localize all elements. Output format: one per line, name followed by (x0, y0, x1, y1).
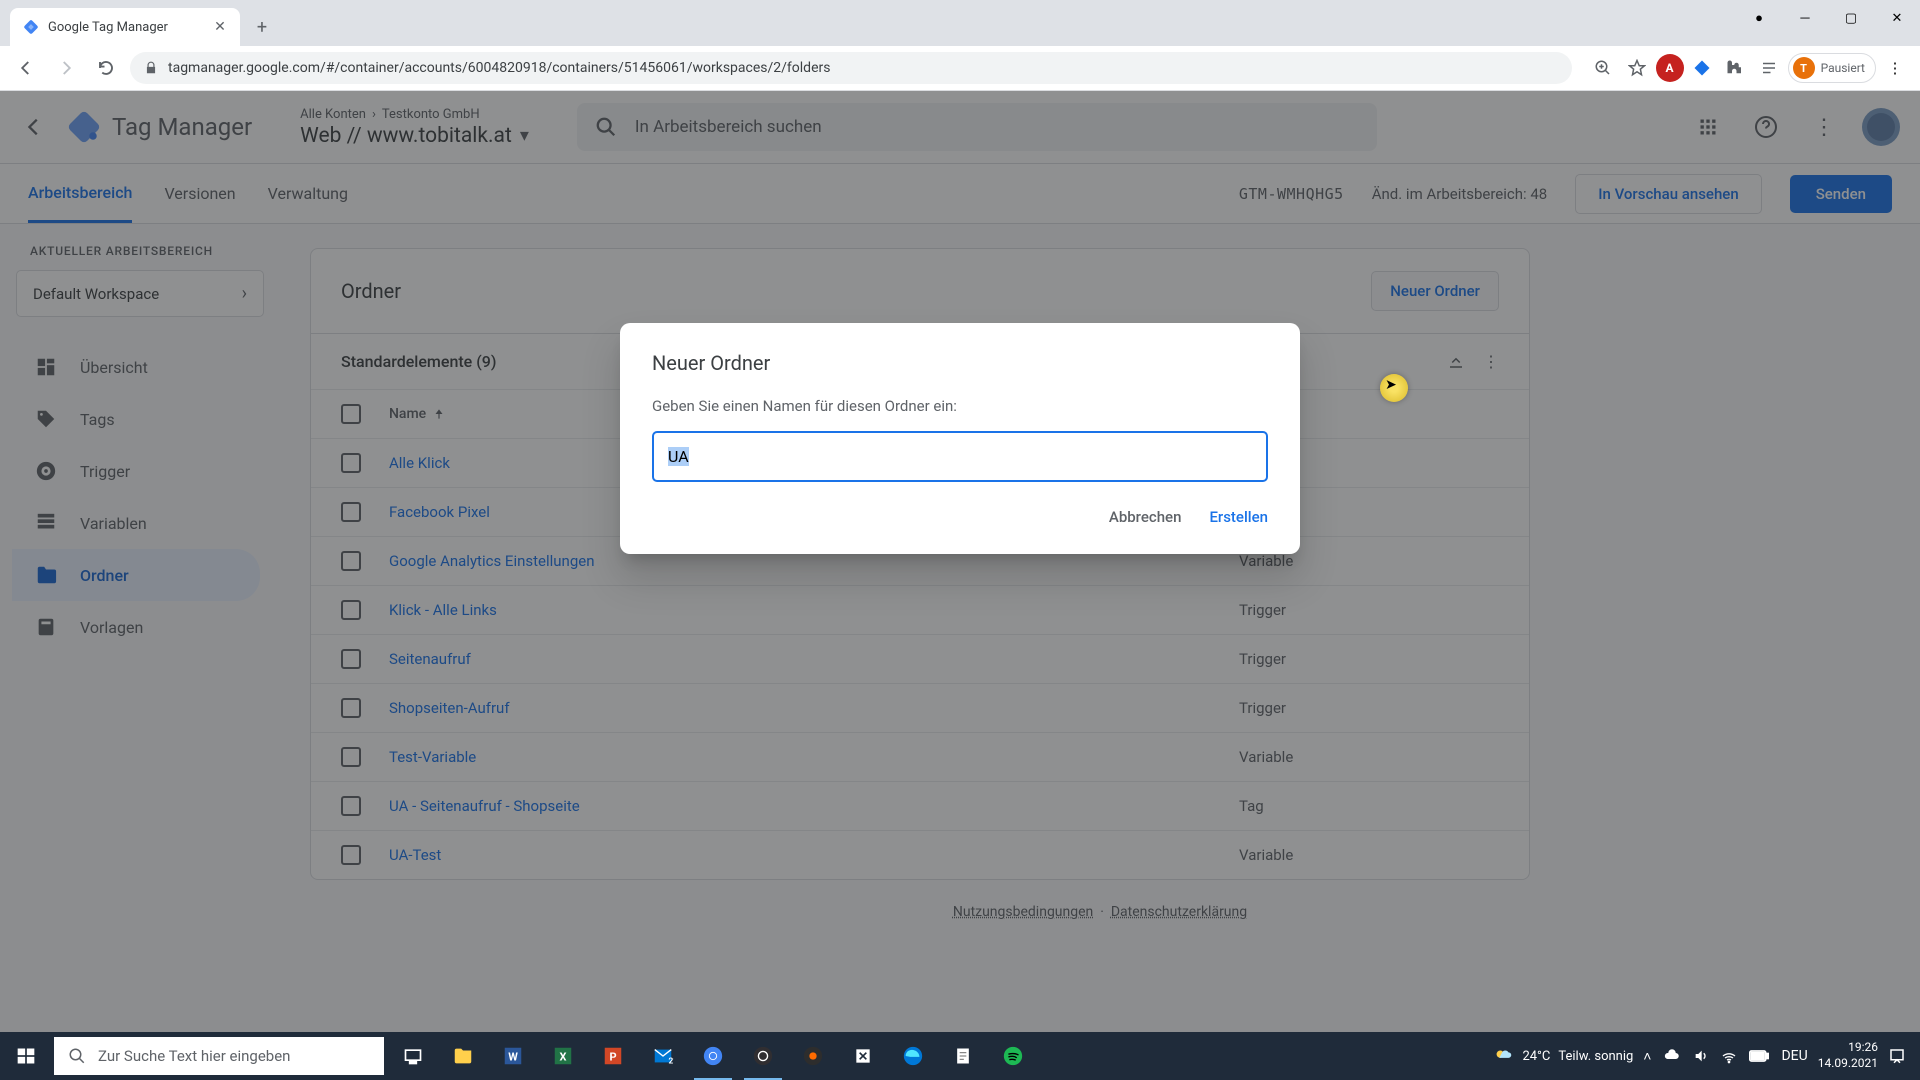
close-tab-icon[interactable]: ✕ (212, 19, 228, 35)
word-icon[interactable]: W (488, 1032, 538, 1080)
search-icon (68, 1047, 86, 1065)
onedrive-icon[interactable] (1663, 1047, 1681, 1065)
svg-text:W: W (508, 1051, 518, 1064)
create-button[interactable]: Erstellen (1209, 508, 1268, 526)
windows-taskbar: Zur Suche Text hier eingeben W X P 21 24… (0, 1032, 1920, 1080)
url-input[interactable]: tagmanager.google.com/#/container/accoun… (130, 52, 1572, 84)
reading-list-icon[interactable] (1754, 53, 1784, 83)
svg-text:P: P (609, 1051, 616, 1064)
svg-text:21: 21 (669, 1056, 675, 1066)
spotify-icon[interactable] (988, 1032, 1038, 1080)
battery-icon[interactable] (1749, 1050, 1769, 1062)
back-button[interactable] (10, 52, 42, 84)
powerpoint-icon[interactable]: P (588, 1032, 638, 1080)
zoom-icon[interactable] (1588, 53, 1618, 83)
minimize-button[interactable]: ─ (1782, 0, 1828, 36)
extensions-icon[interactable] (1720, 53, 1750, 83)
cursor-highlight: ➤ (1380, 374, 1408, 402)
mail-icon[interactable]: 21 (638, 1032, 688, 1080)
profile-avatar-icon: T (1793, 57, 1815, 79)
gtm-favicon-icon (22, 18, 40, 36)
chrome-menu-icon[interactable]: ⋮ (1880, 53, 1910, 83)
notepad-icon[interactable] (938, 1032, 988, 1080)
reload-button[interactable] (90, 52, 122, 84)
extension-tag-icon[interactable] (1688, 54, 1716, 82)
volume-icon[interactable] (1693, 1048, 1709, 1064)
tray-expand-icon[interactable]: ˄ (1643, 1048, 1651, 1065)
lock-icon (144, 61, 158, 75)
start-button[interactable] (0, 1032, 52, 1080)
account-dot-icon[interactable]: ● (1736, 0, 1782, 36)
cancel-button[interactable]: Abbrechen (1109, 508, 1182, 526)
weather-icon (1492, 1045, 1514, 1067)
network-icon[interactable] (1721, 1048, 1737, 1064)
tab-title: Google Tag Manager (48, 20, 168, 35)
edge-icon[interactable] (888, 1032, 938, 1080)
new-folder-dialog: Neuer Ordner Geben Sie einen Namen für d… (620, 323, 1300, 554)
modal-scrim[interactable] (0, 91, 1920, 1032)
obs-icon[interactable] (738, 1032, 788, 1080)
close-window-button[interactable]: ✕ (1874, 0, 1920, 36)
new-tab-button[interactable]: + (248, 13, 276, 41)
svg-text:X: X (560, 1051, 567, 1064)
forward-button[interactable] (50, 52, 82, 84)
explorer-icon[interactable] (438, 1032, 488, 1080)
app-icon-2[interactable] (838, 1032, 888, 1080)
chrome-icon[interactable] (688, 1032, 738, 1080)
task-view-icon[interactable] (388, 1032, 438, 1080)
bookmark-icon[interactable] (1622, 53, 1652, 83)
maximize-button[interactable]: ▢ (1828, 0, 1874, 36)
app-icon-1[interactable] (788, 1032, 838, 1080)
folder-name-input[interactable] (652, 431, 1268, 482)
extension-abp-icon[interactable]: A (1656, 54, 1684, 82)
language-indicator[interactable]: DEU (1781, 1048, 1807, 1064)
profile-chip[interactable]: T Pausiert (1788, 53, 1876, 83)
clock[interactable]: 19:26 14.09.2021 (1818, 1040, 1878, 1071)
profile-status: Pausiert (1821, 61, 1865, 75)
browser-tab[interactable]: Google Tag Manager ✕ (10, 8, 240, 46)
notifications-icon[interactable] (1888, 1047, 1906, 1065)
excel-icon[interactable]: X (538, 1032, 588, 1080)
cursor-icon: ➤ (1385, 377, 1397, 393)
browser-tab-strip: Google Tag Manager ✕ + ● ─ ▢ ✕ (0, 0, 1920, 46)
dialog-title: Neuer Ordner (652, 351, 1268, 375)
dialog-prompt: Geben Sie einen Namen für diesen Ordner … (652, 397, 1268, 415)
address-bar: tagmanager.google.com/#/container/accoun… (0, 46, 1920, 91)
weather-widget[interactable]: 24°C Teilw. sonnig (1492, 1045, 1633, 1067)
url-text: tagmanager.google.com/#/container/accoun… (168, 60, 830, 76)
taskbar-search[interactable]: Zur Suche Text hier eingeben (54, 1037, 384, 1075)
